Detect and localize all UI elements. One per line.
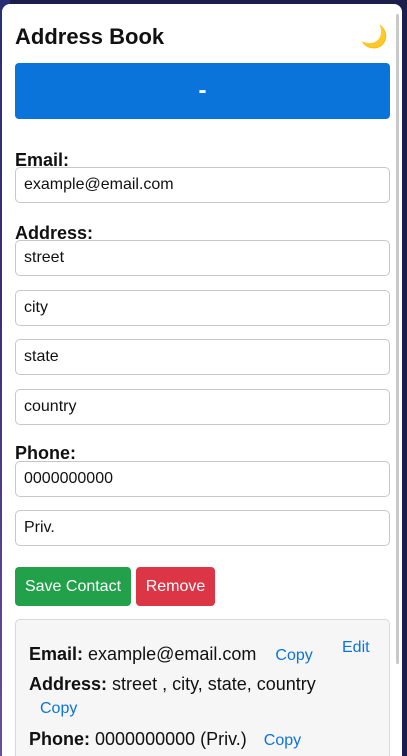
address-book-popup: Address Book 🌙 - Email: Address: Phone: …: [2, 4, 402, 756]
card-email-line: Email: example@email.com Copy: [29, 644, 313, 665]
card-email-label: Email:: [29, 644, 84, 664]
street-field[interactable]: [15, 240, 390, 276]
card-email-value: example@email.com: [88, 644, 257, 664]
save-contact-button[interactable]: Save Contact: [15, 567, 131, 606]
copy-phone-link[interactable]: Copy: [264, 732, 301, 749]
moon-icon[interactable]: 🌙: [361, 26, 388, 48]
remove-button[interactable]: Remove: [136, 567, 215, 606]
page-title: Address Book: [15, 24, 165, 49]
scrollbar[interactable]: [396, 14, 399, 664]
edit-link[interactable]: Edit: [342, 639, 370, 657]
copy-email-link[interactable]: Copy: [275, 647, 312, 664]
card-phone-line: Phone: 0000000000 (Priv.) Copy: [29, 729, 301, 750]
email-field[interactable]: [15, 167, 390, 203]
copy-address-link[interactable]: Copy: [40, 700, 77, 718]
card-address-label: Address:: [29, 674, 108, 694]
card-address-value: street , city, state, country: [112, 674, 316, 694]
collapse-toggle-button[interactable]: -: [15, 63, 390, 119]
header: Address Book 🌙: [15, 22, 388, 52]
country-field[interactable]: [15, 389, 390, 425]
city-field[interactable]: [15, 290, 390, 326]
phone-type-field[interactable]: [15, 510, 390, 546]
card-address-line: Address: street , city, state, country: [29, 674, 316, 695]
phone-field[interactable]: [15, 461, 390, 497]
state-field[interactable]: [15, 339, 390, 375]
contact-card: Edit Email: example@email.com Copy Addre…: [15, 619, 390, 756]
card-phone-value: 0000000000 (Priv.): [95, 729, 247, 749]
card-phone-label: Phone:: [29, 729, 90, 749]
